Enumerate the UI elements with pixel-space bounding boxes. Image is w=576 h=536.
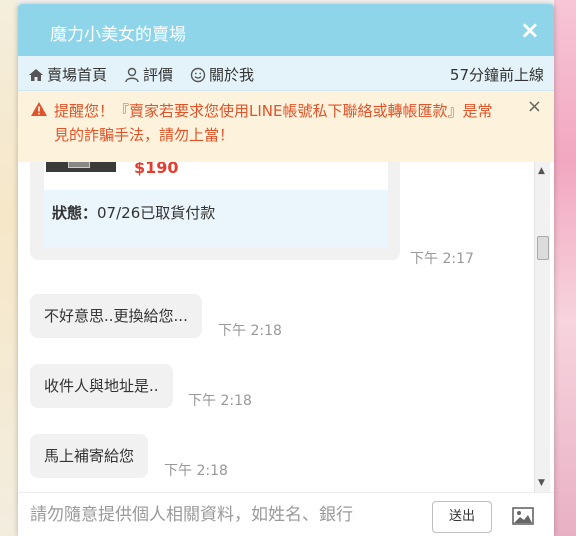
composer: 送出 xyxy=(18,492,554,536)
chat-header: 魔力小美女的賣場 × xyxy=(18,4,554,56)
product-thumbnail xyxy=(46,162,116,172)
background-right xyxy=(554,0,576,536)
warning-line-1: 提醒您！『賣家若要求您使用LINE帳號私下聯絡或轉帳匯款』是常 xyxy=(54,102,493,120)
chat-window: 魔力小美女的賣場 × 賣場首頁 評價 關於我 57分鐘前上線 提醒您！『賣家若要… xyxy=(18,4,554,536)
message-time: 下午 2:18 xyxy=(188,393,252,409)
scroll-down-arrow-icon[interactable]: ▼ xyxy=(538,478,545,488)
order-status-value: 07/26已取貨付款 xyxy=(97,204,216,222)
order-status: 狀態：07/26已取貨付款 xyxy=(52,202,215,223)
warning-line-2: 見的詐騙手法，請勿上當！ xyxy=(54,126,235,144)
image-upload-icon[interactable] xyxy=(512,507,534,525)
order-status-label: 狀態： xyxy=(52,204,98,222)
about-link[interactable]: 關於我 xyxy=(190,64,254,85)
scroll-thumb[interactable] xyxy=(537,236,549,260)
order-card[interactable]: $190 狀態：07/26已取貨付款 xyxy=(30,162,400,260)
message-time: 下午 2:18 xyxy=(218,323,282,339)
scam-warning-banner: 提醒您！『賣家若要求您使用LINE帳號私下聯絡或轉帳匯款』是常 見的詐騙手法，請… xyxy=(18,91,554,164)
ratings-label: 評價 xyxy=(143,66,174,84)
smile-icon xyxy=(190,67,206,82)
order-card-inner: $190 狀態：07/26已取貨付款 xyxy=(44,162,388,248)
background-left xyxy=(0,0,18,536)
message-list[interactable]: $190 狀態：07/26已取貨付款 下午 2:17 不好意思..更換給您...… xyxy=(18,162,554,492)
user-icon xyxy=(125,67,139,82)
warning-close-icon[interactable]: × xyxy=(527,95,542,119)
home-icon xyxy=(29,68,43,81)
message-bubble: 收件人與地址是.. xyxy=(30,364,173,408)
last-online-status: 57分鐘前上線 xyxy=(449,66,544,84)
send-button[interactable]: 送出 xyxy=(432,501,492,533)
message-bubble: 馬上補寄給您 xyxy=(30,434,149,478)
store-home-label: 賣場首頁 xyxy=(47,66,108,84)
about-label: 關於我 xyxy=(209,66,255,84)
close-icon[interactable]: × xyxy=(520,16,540,44)
ratings-link[interactable]: 評價 xyxy=(124,64,173,85)
warning-icon xyxy=(31,102,47,116)
message-bubble: 不好意思..更換給您... xyxy=(30,294,202,338)
product-row: $190 xyxy=(44,162,388,190)
store-home-link[interactable]: 賣場首頁 xyxy=(28,64,107,85)
scroll-up-arrow-icon[interactable]: ▲ xyxy=(538,166,545,176)
message-time: 下午 2:18 xyxy=(164,463,228,479)
order-card-time: 下午 2:17 xyxy=(410,251,474,267)
store-title: 魔力小美女的賣場 xyxy=(50,25,186,45)
warning-text: 提醒您！『賣家若要求您使用LINE帳號私下聯絡或轉帳匯款』是常 見的詐騙手法，請… xyxy=(54,99,524,147)
message-input[interactable] xyxy=(28,499,424,531)
product-price: $190 xyxy=(134,162,179,177)
chat-nav: 賣場首頁 評價 關於我 57分鐘前上線 xyxy=(18,56,554,91)
scrollbar[interactable]: ▲ ▼ xyxy=(534,162,550,492)
